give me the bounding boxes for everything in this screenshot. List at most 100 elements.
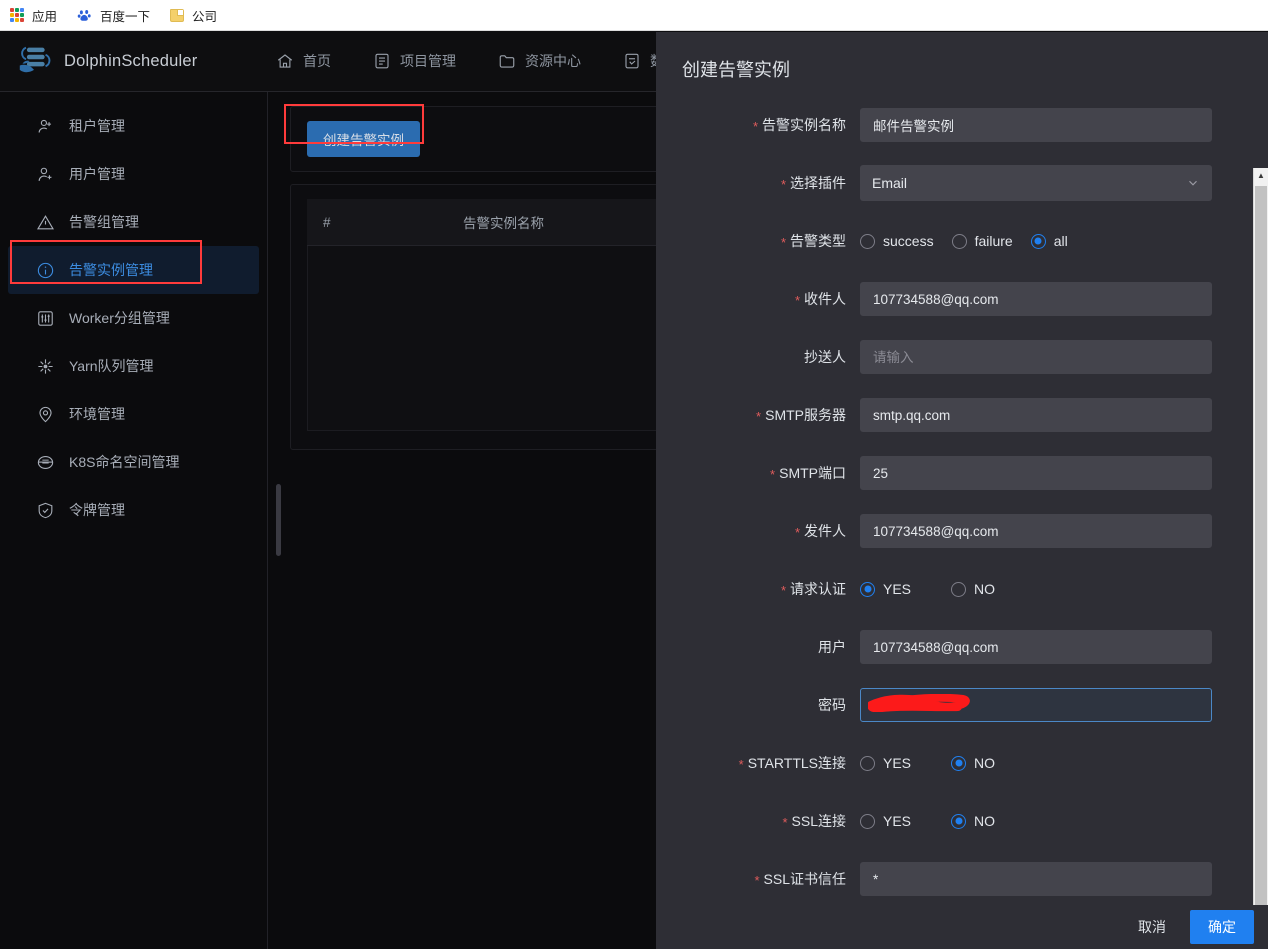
radio-label: NO [974, 755, 996, 771]
sidebar-item-label: 告警实例管理 [69, 262, 153, 278]
radio-ssl-yes[interactable]: YES [860, 813, 919, 829]
cc-input[interactable] [860, 340, 1212, 374]
sidebar-item-user[interactable]: 用户管理 [8, 150, 259, 198]
shield-check-icon [38, 502, 53, 518]
sidebar-item-label: 告警组管理 [69, 214, 139, 230]
field-cc: 抄送人 [670, 328, 1238, 386]
baidu-paw-icon [77, 9, 91, 21]
field-label: 用户 [818, 639, 846, 655]
field-label: 请求认证 [670, 579, 860, 599]
field-plugin: 选择插件 Email [670, 154, 1238, 212]
field-ssl: SSL连接 YES NO [670, 792, 1238, 850]
field-label: 收件人 [670, 289, 860, 309]
info-icon [37, 262, 54, 278]
radio-dot [951, 755, 967, 771]
nav-label: 首页 [303, 53, 331, 69]
modal-footer: 取消 确定 [656, 905, 1268, 949]
chevron-down-icon [1189, 180, 1197, 186]
smtp-host-input[interactable] [860, 398, 1212, 432]
sidebar-item-environment[interactable]: 环境管理 [8, 390, 259, 438]
sidebar-item-alarm-instance[interactable]: 告警实例管理 [8, 246, 259, 294]
brand-name: DolphinScheduler [64, 51, 198, 70]
field-smtp-host: SMTP服务器 [670, 386, 1238, 444]
ssl-trust-input[interactable] [860, 862, 1212, 896]
sidebar-item-tenant[interactable]: 租户管理 [8, 102, 259, 150]
nav-item-home[interactable]: 首页 [276, 51, 331, 71]
nav-item-resources[interactable]: 资源中心 [498, 51, 581, 71]
sender-input[interactable] [860, 514, 1212, 548]
main-scrollbar[interactable] [276, 484, 281, 556]
confirm-button[interactable]: 确定 [1190, 910, 1254, 944]
nav-label: 资源中心 [525, 53, 581, 69]
smtp-port-input[interactable] [860, 456, 1212, 490]
modal-title: 创建告警实例 [682, 60, 790, 80]
radio-label: NO [974, 581, 996, 597]
sidebar-item-label: Yarn队列管理 [69, 358, 154, 374]
create-alarm-instance-button[interactable]: 创建告警实例 [307, 121, 420, 157]
field-label: SSL连接 [670, 811, 860, 831]
radio-label: NO [974, 813, 996, 829]
radio-starttls-no[interactable]: NO [951, 755, 1003, 771]
radio-label: YES [883, 755, 912, 771]
sidebar-item-token[interactable]: 令牌管理 [8, 486, 259, 534]
modal-scrollbar-thumb[interactable] [1255, 186, 1267, 905]
field-smtp-port: SMTP端口 [670, 444, 1238, 502]
location-icon [39, 406, 52, 422]
sidebar-item-worker-group[interactable]: Worker分组管理 [8, 294, 259, 342]
radio-dot [860, 581, 875, 597]
alarm-instance-form: 告警实例名称 选择插件 Email 告警类型 [656, 96, 1238, 905]
radio-auth-yes[interactable]: YES [860, 581, 919, 597]
list-icon [375, 53, 389, 69]
plugin-select-value: Email [872, 175, 908, 191]
scroll-up-arrow-icon[interactable]: ▲ [1254, 168, 1268, 183]
create-alarm-instance-modal: 创建告警实例 告警实例名称 选择插件 Email 告警类型 [656, 32, 1268, 949]
bookmark-apps[interactable]: 应用 [10, 6, 57, 25]
quality-icon [625, 53, 639, 69]
user-input[interactable] [860, 630, 1212, 664]
yarn-icon [38, 358, 53, 374]
field-label: STARTTLS连接 [670, 753, 860, 773]
k8s-icon [37, 455, 54, 469]
radio-alert-type-failure[interactable]: failure [951, 233, 1021, 249]
bookmark-company[interactable]: 公司 [170, 6, 217, 25]
table-col-index: # [307, 199, 447, 246]
field-label: 告警实例名称 [670, 115, 860, 135]
radio-ssl-no[interactable]: NO [951, 813, 1003, 829]
field-starttls: STARTTLS连接 YES NO [670, 734, 1238, 792]
home-icon [277, 54, 293, 68]
instance-name-input[interactable] [860, 108, 1212, 142]
bookmark-label: 百度一下 [100, 9, 151, 24]
sidebar-item-yarn-queue[interactable]: Yarn队列管理 [8, 342, 259, 390]
bookmark-baidu[interactable]: 百度一下 [77, 6, 150, 25]
sidebar-item-alarm-group[interactable]: 告警组管理 [8, 198, 259, 246]
field-label: SMTP服务器 [670, 405, 860, 425]
brand-logo[interactable]: DolphinScheduler [0, 45, 268, 77]
radio-label: failure [974, 233, 1013, 249]
warning-icon [37, 214, 54, 229]
field-label: 抄送人 [804, 349, 846, 365]
sidebar-item-label: K8S命名空间管理 [69, 454, 180, 470]
modal-scrollbar[interactable]: ▲ ▼ [1253, 168, 1268, 905]
cancel-button[interactable]: 取消 [1124, 910, 1180, 944]
plugin-select[interactable]: Email [860, 165, 1212, 201]
password-redaction-scribble [868, 694, 970, 712]
field-auth: 请求认证 YES NO [670, 560, 1238, 618]
radio-starttls-yes[interactable]: YES [860, 755, 919, 771]
field-label: 密码 [818, 697, 846, 713]
radio-label: all [1053, 233, 1068, 249]
receivers-input[interactable] [860, 282, 1212, 316]
radio-alert-type-success[interactable]: success [860, 233, 942, 249]
nav-item-projects[interactable]: 项目管理 [373, 51, 456, 71]
sidebar-item-k8s-namespace[interactable]: K8S命名空间管理 [8, 438, 259, 486]
field-label: 选择插件 [670, 173, 860, 193]
field-label: 发件人 [670, 521, 860, 541]
sidebar-item-label: 环境管理 [69, 406, 125, 422]
sidebar-item-label: Worker分组管理 [69, 310, 170, 326]
field-user: 用户 [670, 618, 1238, 676]
radio-alert-type-all[interactable]: all [1030, 233, 1076, 249]
radio-auth-no[interactable]: NO [951, 581, 1003, 597]
top-nav: 首页 项目管理 资源中心 数据质量 [268, 51, 706, 71]
sidebar-item-label: 令牌管理 [69, 502, 125, 518]
user-icon [38, 167, 52, 181]
field-label: SMTP端口 [670, 463, 860, 483]
